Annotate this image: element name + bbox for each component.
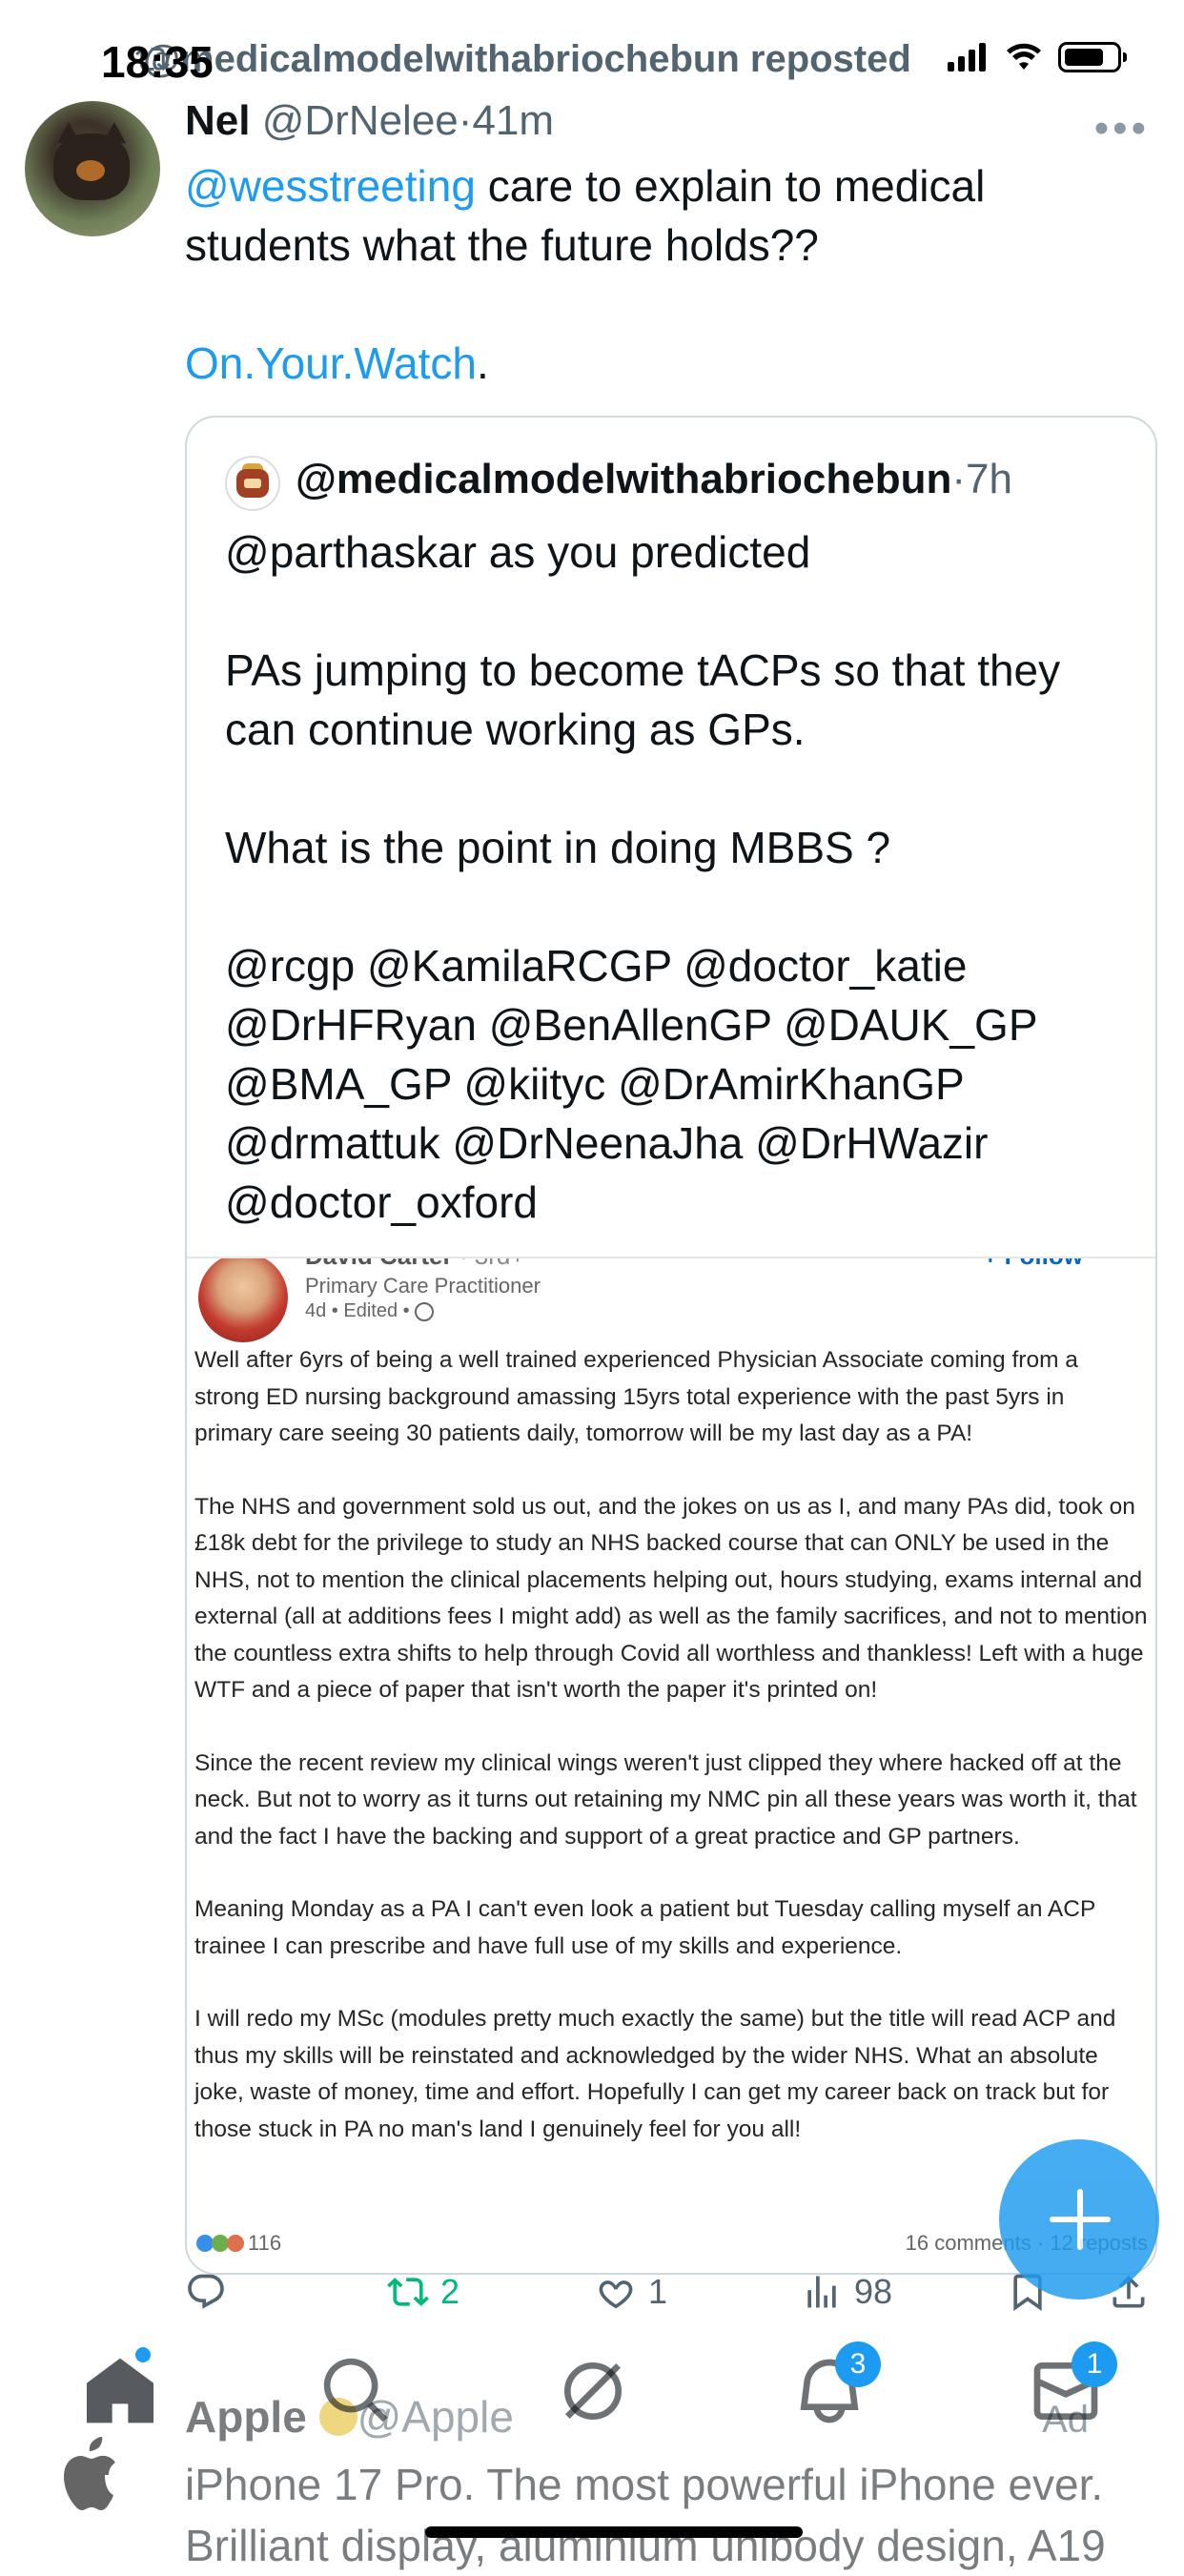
- tab-messages[interactable]: 1: [1028, 2341, 1117, 2429]
- embedded-reactions: 116: [196, 2231, 281, 2256]
- embedded-author-avatar: [198, 1258, 288, 1342]
- tab-notifications[interactable]: 3: [791, 2341, 881, 2429]
- author-name[interactable]: Nel: [185, 97, 250, 144]
- embedded-author-role: Primary Care Practitioner: [305, 1274, 541, 1298]
- embedded-paragraph: Since the recent review my clinical wing…: [194, 1749, 1137, 1850]
- quote-paragraph: @parthaskar as you predicted: [225, 527, 811, 577]
- globe-icon: [415, 1301, 435, 1321]
- status-icons: [948, 42, 1127, 72]
- views-count: 98: [854, 2272, 893, 2311]
- retweet-icon: [387, 2278, 429, 2306]
- reply-icon: [188, 2274, 224, 2309]
- notifications-badge: 3: [835, 2341, 881, 2387]
- love-reaction-icon: [227, 2235, 244, 2252]
- home-icon: [87, 2358, 153, 2423]
- author-avatar[interactable]: [25, 101, 160, 236]
- apple-logo-icon: [64, 2437, 115, 2510]
- hashtag-link[interactable]: On.Your.Watch: [185, 338, 477, 388]
- grok-icon: [564, 2362, 622, 2420]
- social-context-repost[interactable]: @medicalmodelwithabriochebun reposted: [143, 38, 911, 81]
- quote-paragraph: PAs jumping to become tACPs so that they…: [225, 645, 1061, 754]
- messages-badge: 1: [1072, 2341, 1117, 2387]
- embedded-paragraph: The NHS and government sold us out, and …: [194, 1493, 1148, 1704]
- ad-text: iPhone 17 Pro. The most powerful iPhone …: [185, 2460, 1106, 2570]
- like-button[interactable]: 1: [595, 2271, 667, 2313]
- search-icon: [323, 2358, 388, 2423]
- embedded-post-body: Well after 6yrs of being a well trained …: [194, 1342, 1148, 2148]
- separator: ·: [951, 456, 966, 502]
- battery-icon: [1058, 42, 1127, 72]
- mention-link[interactable]: @wesstreeting: [185, 161, 476, 211]
- quote-text: @parthaskar as you predicted PAs jumping…: [225, 522, 1140, 1232]
- reply-button[interactable]: [185, 2271, 238, 2313]
- quote-header: @medicalmodelwithabriochebun·7h: [296, 456, 1012, 503]
- ad-author-name: Apple: [185, 2392, 307, 2442]
- embedded-reaction-count: 116: [248, 2231, 282, 2255]
- tab-home[interactable]: [82, 2347, 158, 2429]
- more-options-icon[interactable]: •••: [1094, 105, 1150, 153]
- repost-button[interactable]: 2: [387, 2271, 459, 2313]
- repost-count: 2: [440, 2272, 460, 2311]
- embedded-timestamp: 4d • Edited •: [305, 1300, 435, 1322]
- author-line: Nel @DrNelee·41m: [185, 97, 554, 145]
- quote-author-avatar[interactable]: [225, 456, 280, 511]
- signal-icon: [948, 43, 986, 72]
- separator: ·: [458, 97, 473, 144]
- author-handle[interactable]: @DrNelee: [262, 97, 459, 144]
- analytics-icon: [807, 2276, 836, 2308]
- embedded-image[interactable]: David Carter · 3rd+ + Follow Primary Car…: [187, 1257, 1155, 2273]
- quote-paragraph: @rcgp @KamilaRCGP @doctor_katie @DrHFRya…: [225, 941, 1037, 1227]
- quote-author-handle[interactable]: @medicalmodelwithabriochebun: [296, 456, 951, 502]
- quote-paragraph: What is the point in doing MBBS ?: [225, 823, 891, 872]
- embedded-paragraph: Meaning Monday as a PA I can't even look…: [194, 1896, 1095, 1959]
- tweet-time: 41m: [472, 97, 555, 144]
- like-count: 1: [648, 2272, 668, 2311]
- quoted-tweet[interactable]: @medicalmodelwithabriochebun·7h @parthas…: [185, 416, 1157, 2275]
- status-time: 18:35: [101, 37, 214, 87]
- wifi-icon: [1007, 43, 1041, 70]
- embedded-follow-label: + Follow: [983, 1258, 1083, 1271]
- heart-icon: [599, 2280, 633, 2309]
- tweet-text: @wesstreeting care to explain to medical…: [185, 156, 1138, 393]
- compose-button[interactable]: [999, 2139, 1159, 2300]
- tweet-suffix: .: [477, 338, 489, 388]
- home-indicator: [425, 2526, 803, 2538]
- embedded-author-name: David Carter · 3rd+: [305, 1258, 525, 1271]
- tab-grok[interactable]: [555, 2353, 631, 2429]
- embedded-paragraph: Well after 6yrs of being a well trained …: [194, 1347, 1078, 1446]
- home-unread-dot: [135, 2347, 151, 2362]
- quote-time: 7h: [966, 456, 1012, 502]
- embedded-paragraph: I will redo my MSc (modules pretty much …: [194, 2006, 1116, 2142]
- tab-search[interactable]: [318, 2353, 395, 2429]
- views-button[interactable]: 98: [801, 2271, 892, 2313]
